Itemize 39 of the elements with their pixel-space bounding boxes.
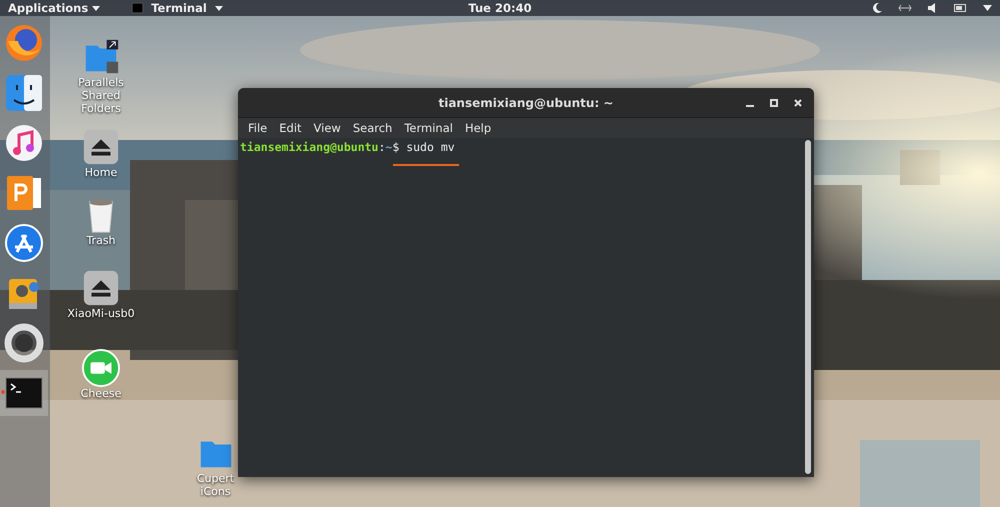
maximize-icon [770,99,778,108]
video-camera-icon[interactable] [82,349,120,387]
close-icon [794,99,802,108]
network-icon[interactable] [898,4,912,12]
browser-icon [4,23,44,63]
icon-label: Cupert iCons [196,472,236,498]
menu-item[interactable]: Terminal [398,118,459,138]
prompt-line: tiansemixiang@ubuntu:~$ sudo mv [240,139,456,156]
window-title: tiansemixiang@ubuntu: ~ [438,94,614,112]
moon-icon[interactable] [873,3,882,13]
app-store-icon [4,223,44,263]
menu-item[interactable]: Help [458,118,498,138]
icon-label: Cheese [80,387,122,400]
scrollbar[interactable] [805,140,811,474]
eject-icon[interactable] [82,128,120,166]
presentation-icon [4,173,44,213]
eject-icon[interactable] [82,269,120,307]
menu-item[interactable]: View [308,118,347,138]
icon-label: Trash [86,234,116,247]
battery-icon[interactable] [954,4,967,12]
terminal-icon [132,3,144,13]
menu-item[interactable]: File [242,118,274,138]
music-note-icon [4,123,44,163]
app-menu[interactable]: Terminal [124,0,231,16]
icon-label: Home [84,166,118,179]
dock-item[interactable] [0,370,48,416]
volume-icon[interactable] [928,3,938,13]
menu-item[interactable]: Search [346,118,398,138]
menu-item[interactable]: Edit [273,118,308,138]
lifebuoy-icon [4,323,44,363]
icon-label: Parallels Shared Folders [77,76,125,115]
clock[interactable]: Tue 20:40 [468,0,532,16]
icon-label: XiaoMi-usb0 [67,307,135,320]
applications-menu[interactable]: Applications [0,0,108,16]
caret-icon [214,6,223,10]
smiling-face-icon [4,73,44,113]
caret-icon[interactable] [983,5,992,11]
caret-icon [92,6,100,10]
annotation-underline [393,164,459,166]
